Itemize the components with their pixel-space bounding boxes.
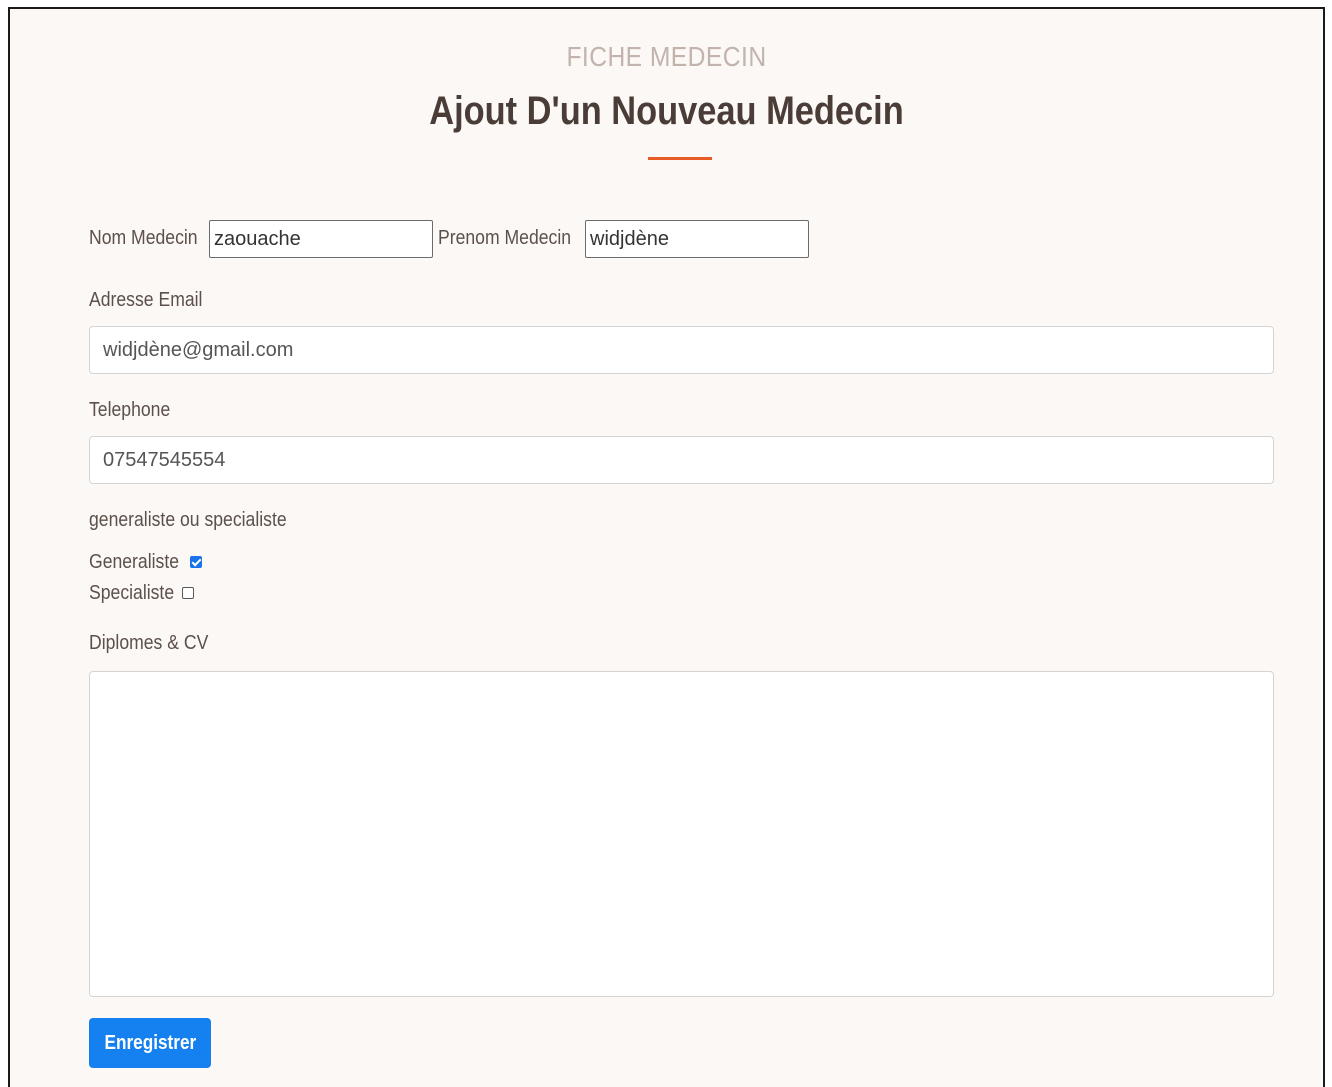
form-container: FICHE MEDECIN Ajout D'un Nouveau Medecin… — [8, 7, 1325, 1087]
specialiste-label: Specialiste — [89, 582, 175, 604]
cv-label: Diplomes & CV — [89, 632, 209, 654]
title-divider — [648, 157, 712, 160]
email-label: Adresse Email — [89, 289, 203, 311]
section-eyebrow: FICHE MEDECIN — [566, 41, 767, 72]
email-input[interactable] — [89, 326, 1274, 374]
specialiste-checkbox[interactable] — [182, 587, 194, 599]
cv-textarea[interactable] — [89, 671, 1274, 997]
telephone-label: Telephone — [89, 399, 171, 421]
generaliste-label: Generaliste — [89, 551, 180, 573]
save-button-label: Enregistrer — [104, 1031, 196, 1054]
type-label: generaliste ou specialiste — [89, 509, 287, 531]
prenom-label: Prenom Medecin — [438, 227, 572, 249]
prenom-input[interactable] — [585, 220, 809, 258]
save-button[interactable]: Enregistrer — [89, 1018, 211, 1068]
telephone-input[interactable] — [89, 436, 1274, 484]
nom-label: Nom Medecin — [89, 227, 198, 249]
page-title: Ajout D'un Nouveau Medecin — [429, 89, 904, 133]
generaliste-checkbox[interactable] — [190, 556, 202, 568]
nom-input[interactable] — [209, 220, 433, 258]
